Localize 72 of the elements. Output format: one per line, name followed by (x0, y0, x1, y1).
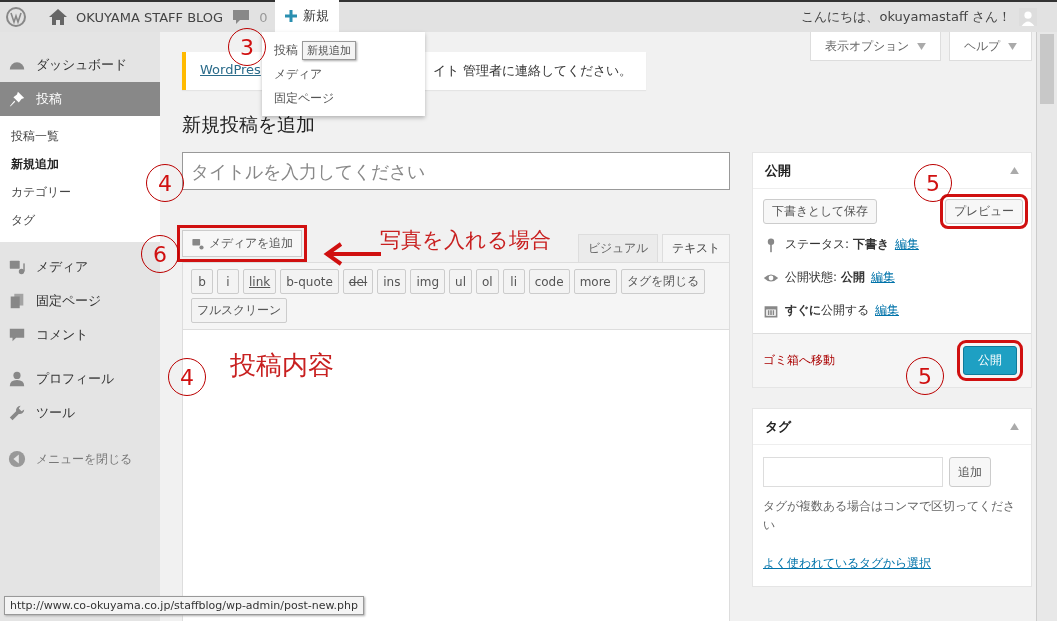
save-draft-button[interactable]: 下書きとして保存 (763, 199, 877, 224)
page-heading: 新規投稿を追加 (182, 112, 316, 137)
tag-hint-text: タグが複数ある場合はコンマで区切ってください (763, 498, 1016, 535)
trash-link[interactable]: ゴミ箱へ移動 (763, 352, 835, 369)
status-url-tooltip: http://www.co-okuyama.co.jp/staffblog/wp-admin/post-new.php (4, 596, 364, 615)
dropdown-item[interactable]: メディア (274, 65, 322, 83)
editor-tab[interactable]: テキスト (662, 234, 730, 262)
submenu-item[interactable]: 投稿一覧 (0, 122, 160, 150)
quicktag-button[interactable]: code (528, 269, 570, 294)
quicktag-button[interactable]: li (502, 269, 525, 294)
media-icon (191, 236, 205, 251)
collapse-toggle-icon[interactable] (1010, 167, 1019, 174)
tooltip: 新規追加 (302, 40, 356, 60)
screen-meta-tab[interactable]: ヘルプ (949, 32, 1032, 61)
scrollbar[interactable] (1036, 32, 1057, 621)
dropdown-item[interactable]: 固定ページ (274, 89, 334, 107)
sidebar-item[interactable]: ダッシュボード (0, 48, 160, 82)
edit-link[interactable]: 編集 (894, 236, 919, 253)
quicktag-button[interactable]: ol (476, 269, 499, 294)
box-title: タグ (765, 417, 791, 436)
publish-setting-text: 公開状態: 公開 (785, 269, 865, 286)
dropdown-arrow-icon (917, 42, 926, 50)
collapse-menu-button[interactable]: メニューを閉じる (0, 442, 160, 476)
quicktag-button[interactable]: ins (377, 269, 407, 294)
screen-meta-tab[interactable]: 表示オプション (810, 32, 941, 61)
plus-icon (285, 10, 298, 22)
popular-tags-link[interactable]: よく使われているタグから選択 (763, 556, 931, 571)
notice-text: イト 管理者に連絡してください。 (432, 62, 632, 80)
publish-setting-text: ステータス: 下書き (785, 236, 889, 253)
quicktag-button[interactable]: link (243, 269, 277, 294)
quicktag-button[interactable]: フルスクリーン (191, 298, 287, 323)
annotation-note: 投稿内容 (230, 349, 334, 382)
pin-icon (8, 90, 26, 108)
collapse-toggle-icon[interactable] (1010, 423, 1019, 430)
quicktag-button[interactable]: del (342, 269, 374, 294)
new-label: 新規 (303, 7, 330, 25)
sidebar-item[interactable]: 固定ページ (0, 284, 160, 318)
comment-count: 0 (259, 9, 268, 25)
box-title: 公開 (765, 161, 791, 180)
sidebar-item[interactable]: コメント (0, 318, 160, 352)
tag-input-field[interactable] (763, 457, 943, 487)
user-icon (8, 370, 26, 388)
sidebar-item[interactable]: プロフィール (0, 362, 160, 396)
quicktag-button[interactable]: i (217, 269, 239, 294)
sidebar-item[interactable]: 投稿 (0, 82, 160, 116)
site-name-link[interactable]: OKUYAMA STAFF BLOG (76, 9, 224, 25)
pages-icon (8, 292, 26, 310)
greeting-text[interactable]: こんにちは、okuyamastaff さん！ (801, 8, 1011, 26)
quicktag-button[interactable]: タグを閉じる (620, 269, 705, 294)
wordpress-logo-icon[interactable] (6, 7, 26, 27)
editor-tab[interactable]: ビジュアル (578, 234, 658, 262)
title-input-field[interactable]: タイトルを入力してください (182, 152, 730, 190)
new-content-menu[interactable]: 新規 (275, 0, 340, 32)
home-icon (48, 7, 68, 27)
quicktag-button[interactable]: ul (449, 269, 472, 294)
quicktag-button[interactable]: b-quote (280, 269, 339, 294)
collapse-icon (8, 450, 26, 468)
annotation-note: 写真を入れる場合 (380, 227, 551, 254)
edit-link[interactable]: 編集 (875, 302, 899, 319)
submenu-item[interactable]: タグ (0, 206, 160, 234)
dropdown-arrow-icon (1008, 42, 1017, 50)
wrench-icon (8, 404, 26, 422)
sidebar-item[interactable]: ツール (0, 396, 160, 430)
edit-link[interactable]: 編集 (870, 269, 895, 286)
add-tag-button[interactable]: 追加 (949, 457, 991, 487)
media-icon (8, 258, 26, 276)
publish-setting-text: すぐに公開する (785, 302, 869, 319)
quicktag-button[interactable]: img (410, 269, 446, 294)
comment-icon[interactable] (231, 7, 252, 27)
dropdown-item[interactable]: 投稿 (274, 41, 298, 59)
quicktag-button[interactable]: more (573, 269, 617, 294)
quicktag-button[interactable]: b (191, 269, 213, 294)
